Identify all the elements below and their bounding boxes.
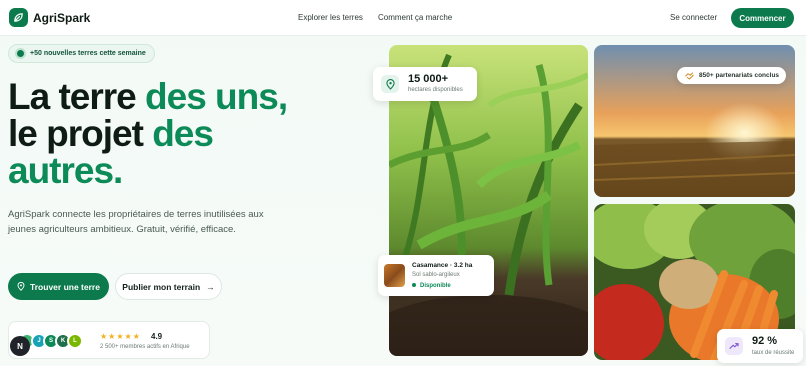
pin-icon [381, 75, 399, 93]
find-land-button[interactable]: Trouver une terre [8, 273, 109, 300]
top-navigation: AgriSpark Explorer les terres Comment ça… [0, 0, 806, 36]
hectares-stat-card: 15 000+ hectares disponibles [373, 67, 477, 101]
partnerships-badge: 850+ partenariats conclus [677, 67, 786, 84]
social-proof-card: J S K L ★★★★★ 4.9 2 500+ membres actifs … [8, 321, 210, 359]
success-rate-value: 92 % [752, 335, 778, 347]
handshake-icon [685, 72, 694, 80]
land-listing-card[interactable]: Casamance · 3.2 ha Sol sablo-argileux Di… [378, 255, 494, 296]
title-part: La terre [8, 76, 146, 117]
trend-up-icon [725, 337, 743, 355]
nav-how-it-works[interactable]: Comment ça marche [378, 13, 452, 22]
members-count: 2 500+ membres actifs en Afrique [100, 344, 190, 350]
new-lands-badge: +50 nouvelles terres cette semaine [8, 44, 155, 63]
hero-description: AgriSpark connecte les propriétaires de … [8, 209, 264, 235]
new-lands-text: +50 nouvelles terres cette semaine [30, 50, 146, 57]
get-started-button[interactable]: Commencer [731, 8, 794, 28]
land-title: Casamance · 3.2 ha [412, 262, 473, 269]
hectares-value: 15 000+ [408, 73, 449, 85]
success-rate-label: taux de réussite [752, 350, 795, 356]
star-rating-icon: ★★★★★ [100, 332, 141, 341]
title-accent: autres. [8, 150, 123, 191]
hero-title: La terre des uns, le projet des autres. [8, 78, 368, 189]
arrow-right-icon: → [206, 281, 215, 292]
leaf-icon [9, 8, 28, 27]
partnerships-text: 850+ partenariats conclus [699, 72, 780, 79]
avatar: L [67, 333, 83, 349]
brand-name: AgriSpark [33, 10, 91, 25]
land-status: Disponible [412, 283, 451, 289]
title-accent: des [152, 113, 214, 154]
land-thumbnail [384, 264, 405, 287]
floating-badge[interactable]: N [10, 336, 30, 356]
find-land-label: Trouver une terre [30, 281, 100, 292]
title-accent: des uns, [145, 76, 288, 117]
title-part: le projet [8, 113, 153, 154]
publish-land-label: Publier mon terrain [122, 281, 201, 292]
success-rate-card: 92 % taux de réussite [717, 329, 803, 363]
publish-land-button[interactable]: Publier mon terrain → [115, 273, 222, 300]
land-soil: Sol sablo-argileux [412, 272, 460, 278]
pin-icon [17, 282, 25, 291]
nav-explorer[interactable]: Explorer les terres [298, 13, 363, 22]
login-link[interactable]: Se connecter [670, 13, 717, 22]
hectares-label: hectares disponibles [408, 87, 463, 93]
brand-logo[interactable]: AgriSpark [9, 8, 90, 27]
status-dot-icon [17, 50, 24, 57]
rating-value: 4.9 [151, 332, 163, 341]
